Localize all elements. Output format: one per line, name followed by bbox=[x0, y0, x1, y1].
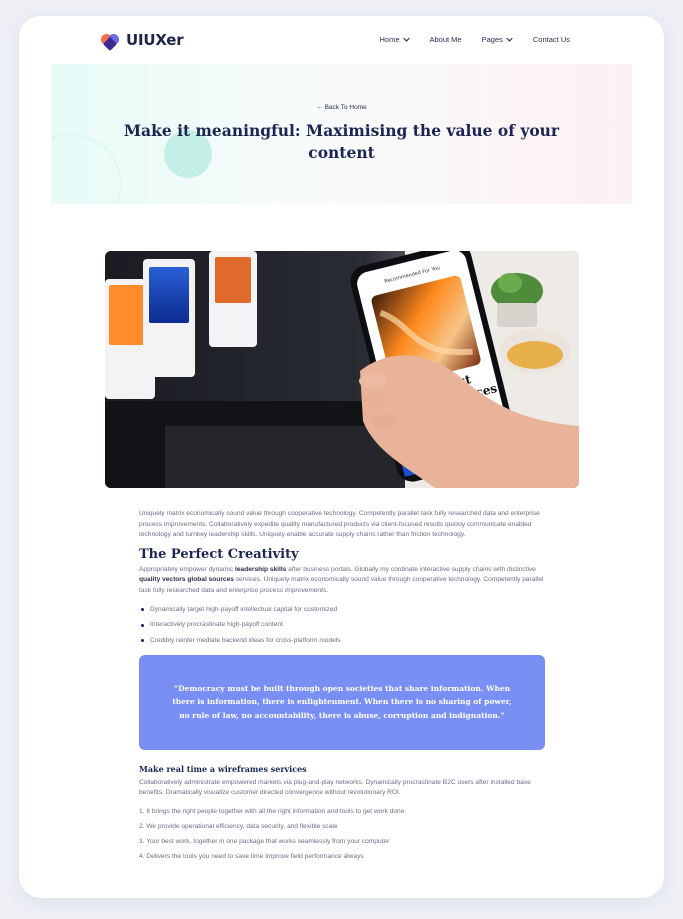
featured-image: The Most Inspiring Places Recommended Fo… bbox=[105, 251, 579, 488]
list-item: 4. Delivers the tools you need to save t… bbox=[139, 853, 364, 861]
intro-paragraph: Uniquely matrix economically sound value… bbox=[139, 510, 540, 539]
blockquote: “Democracy must be built through open so… bbox=[139, 654, 545, 750]
list-item: 2. We provide operational efficiency, da… bbox=[139, 822, 338, 830]
list-item: Interactively procrastinate high-payoff … bbox=[139, 620, 545, 630]
subsection-paragraph: Collaboratively administrate empowered m… bbox=[139, 778, 531, 797]
nav-item-about[interactable]: About Me bbox=[430, 35, 462, 44]
section-heading: The Perfect Creativity bbox=[139, 546, 299, 562]
page-title: Make it meaningful: Maximising the value… bbox=[123, 121, 560, 162]
list-item: 1. It brings the right people together w… bbox=[139, 807, 405, 815]
chevron-down-icon bbox=[506, 37, 513, 42]
bullet-list: Dynamically target high-payoff intellect… bbox=[139, 605, 545, 646]
article-body: Uniquely matrix economically sound value… bbox=[139, 509, 545, 868]
logo-text: UIUXer bbox=[126, 31, 184, 49]
subsection-heading: Make real time a wireframes services bbox=[139, 763, 307, 774]
chevron-down-icon bbox=[402, 37, 410, 42]
nav-item-contact[interactable]: Contact Us bbox=[533, 35, 570, 44]
site-header: UIUXer Home About Me Pages Contact Us bbox=[19, 16, 664, 64]
site-logo[interactable]: UIUXer bbox=[101, 31, 184, 52]
numbered-list: 1. It brings the right people together w… bbox=[139, 807, 545, 863]
logo-icon bbox=[101, 32, 121, 52]
quote-text: “Democracy must be built through open so… bbox=[172, 683, 512, 720]
nav-item-home[interactable]: Home bbox=[379, 35, 410, 44]
list-item: 3. Your best work, together in one packa… bbox=[139, 838, 390, 846]
bold-text: leadership skills bbox=[235, 565, 287, 573]
list-item: Credibly reinter mediate backend ideas f… bbox=[139, 636, 545, 646]
nav-item-pages[interactable]: Pages bbox=[482, 35, 513, 44]
list-item: Dynamically target high-payoff intellect… bbox=[139, 605, 545, 615]
hero-banner: ← Back To Home Make it meaningful: Maxim… bbox=[51, 64, 632, 204]
main-nav: Home About Me Pages Contact Us bbox=[379, 35, 570, 44]
italic-text: enterprise process improvements bbox=[228, 586, 327, 594]
phone-in-hand-illustration: The Most Inspiring Places Recommended Fo… bbox=[105, 251, 579, 488]
arrow-left-icon: ← bbox=[316, 104, 323, 111]
page-card: UIUXer Home About Me Pages Contact Us ← … bbox=[19, 16, 664, 898]
back-to-home-link[interactable]: ← Back To Home bbox=[51, 104, 632, 111]
bold-text: quality vectors global sources bbox=[139, 576, 234, 584]
section-paragraph: Appropriately empower dynamic leadership… bbox=[139, 565, 544, 594]
